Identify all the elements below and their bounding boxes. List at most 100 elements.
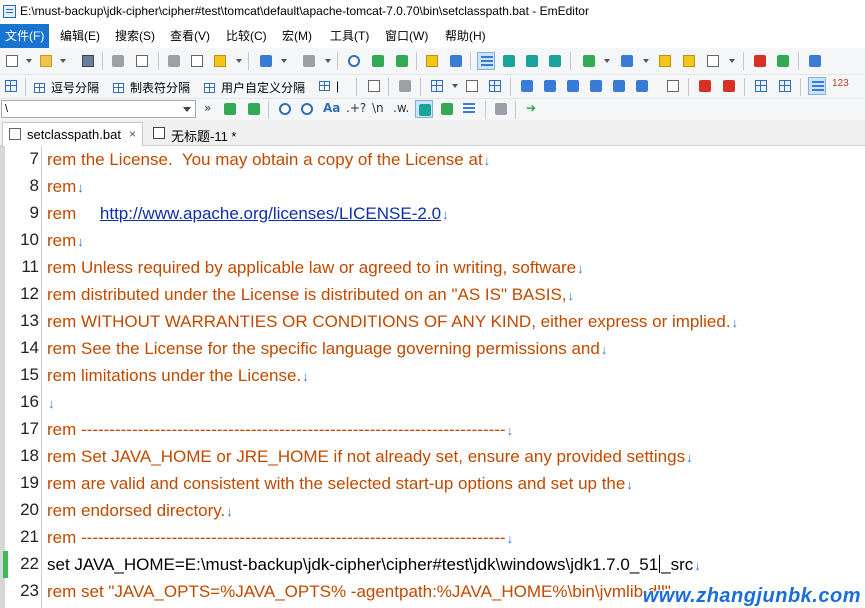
line-text[interactable]: rem Set JAVA_HOME or JRE_HOME if not alr… xyxy=(47,447,693,467)
open-dropdown-arrow[interactable] xyxy=(60,59,66,63)
new-file-button[interactable] xyxy=(3,52,21,70)
line-text[interactable]: rem http://www.apache.org/licenses/LICEN… xyxy=(47,204,449,224)
line-text[interactable]: rem distributed under the License is dis… xyxy=(47,285,574,305)
menu-macro[interactable]: 宏(M) xyxy=(277,24,317,48)
line-number-toggle[interactable]: 123 xyxy=(832,78,849,89)
marks-button[interactable] xyxy=(546,52,564,70)
sort-custom-button[interactable] xyxy=(610,77,628,95)
redo-button[interactable] xyxy=(300,52,318,70)
column-layout-dropdown-arrow[interactable] xyxy=(452,84,458,88)
line-text[interactable]: rem set "JAVA_OPTS=%JAVA_OPTS% -agentpat… xyxy=(47,582,678,602)
line-text[interactable]: rem↓ xyxy=(47,177,84,197)
menu-help[interactable]: 帮助(H) xyxy=(440,24,491,48)
customize-button[interactable] xyxy=(656,52,674,70)
no-column-button[interactable] xyxy=(396,77,414,95)
undo-button[interactable] xyxy=(257,52,275,70)
code-line[interactable]: 12 rem distributed under the License is d… xyxy=(0,281,865,308)
markers-button[interactable] xyxy=(720,77,738,95)
code-line[interactable]: 9 rem http://www.apache.org/licenses/LICE… xyxy=(0,200,865,227)
find-prev-button[interactable] xyxy=(393,52,411,70)
sort-numeric-button[interactable] xyxy=(564,77,582,95)
find-next-button[interactable] xyxy=(369,52,387,70)
comma-separated-button[interactable]: 逗号分隔 xyxy=(34,79,99,96)
sort-asc-button[interactable] xyxy=(518,77,536,95)
line-text[interactable]: rem↓ xyxy=(47,231,84,251)
paste-dropdown-arrow[interactable] xyxy=(236,59,242,63)
view-mode-button[interactable] xyxy=(477,52,495,70)
new-dropdown-arrow[interactable] xyxy=(26,59,32,63)
find-next-green-button[interactable] xyxy=(221,100,239,118)
code-line[interactable]: 13 rem WITHOUT WARRANTIES OR CONDITIONS O… xyxy=(0,308,865,335)
menu-window[interactable]: 窗口(W) xyxy=(380,24,433,48)
undo-dropdown-arrow[interactable] xyxy=(281,59,287,63)
find-all-button[interactable] xyxy=(298,100,316,118)
spell-check-button[interactable] xyxy=(696,77,714,95)
split-window-button[interactable] xyxy=(752,77,770,95)
tools-button[interactable] xyxy=(806,52,824,70)
menu-search[interactable]: 搜索(S) xyxy=(110,24,160,48)
insert-column-button[interactable] xyxy=(365,77,383,95)
delete-duplicates-button[interactable] xyxy=(664,77,682,95)
line-text[interactable]: rem Unless required by applicable law or… xyxy=(47,258,584,278)
highlight-button[interactable] xyxy=(276,100,294,118)
find-combo[interactable] xyxy=(1,100,196,118)
copy-button[interactable] xyxy=(188,52,206,70)
select-column-button[interactable] xyxy=(486,77,504,95)
menu-compare[interactable]: 比较(C) xyxy=(221,24,272,48)
sort-desc-button[interactable] xyxy=(541,77,559,95)
plugins-button[interactable] xyxy=(704,52,722,70)
menu-file[interactable]: 文件(F) xyxy=(0,24,50,48)
encoding-dropdown-arrow[interactable] xyxy=(604,59,610,63)
find-input[interactable] xyxy=(2,101,183,117)
print-button[interactable] xyxy=(109,52,127,70)
line-text[interactable]: ↓ xyxy=(47,393,55,413)
tab-setclasspath[interactable]: setclasspath.bat × xyxy=(2,122,143,146)
whole-word-button[interactable]: .w. xyxy=(393,101,409,115)
properties-button[interactable] xyxy=(680,52,698,70)
encoding-button[interactable] xyxy=(580,52,598,70)
incremental-search-button[interactable] xyxy=(438,100,456,118)
line-text[interactable]: rem See the License for the specific lan… xyxy=(47,339,607,359)
editor-area[interactable]: 7 rem the License. You may obtain a copy … xyxy=(0,146,865,608)
menu-tools[interactable]: 工具(T) xyxy=(325,24,374,48)
code-line[interactable]: 18 rem Set JAVA_HOME or JRE_HOME if not a… xyxy=(0,443,865,470)
find-in-files-button[interactable] xyxy=(423,52,441,70)
line-text[interactable]: rem endorsed directory.↓ xyxy=(47,501,233,521)
regex-button[interactable]: .+? xyxy=(346,101,366,115)
arrow-right-icon[interactable]: ➔ xyxy=(526,101,536,115)
pipe-separated-button[interactable]: | xyxy=(319,79,339,93)
sort-length-button[interactable] xyxy=(587,77,605,95)
code-line[interactable]: 22 set JAVA_HOME=E:\must-backup\jdk-ciphe… xyxy=(0,551,865,578)
line-text[interactable]: rem ------------------------------------… xyxy=(47,528,513,548)
code-line[interactable]: 19 rem are valid and consistent with the … xyxy=(0,470,865,497)
tab-untitled-11[interactable]: 无标题-11 * xyxy=(147,122,257,146)
code-line[interactable]: 16 ↓ xyxy=(0,389,865,416)
close-icon[interactable]: × xyxy=(129,127,136,141)
escape-sequence-button[interactable]: \n xyxy=(372,101,384,115)
config-dropdown-arrow[interactable] xyxy=(643,59,649,63)
code-line[interactable]: 15 rem limitations under the License.↓ xyxy=(0,362,865,389)
code-line[interactable]: 20 rem endorsed directory.↓ xyxy=(0,497,865,524)
line-text[interactable]: set JAVA_HOME=E:\must-backup\jdk-cipher\… xyxy=(47,555,701,575)
line-text[interactable]: rem the License. You may obtain a copy o… xyxy=(47,150,490,170)
menu-view[interactable]: 查看(V) xyxy=(165,24,215,48)
code-line[interactable]: 21 rem ----------------------------------… xyxy=(0,524,865,551)
print-preview-button[interactable] xyxy=(133,52,151,70)
save-button[interactable] xyxy=(79,52,97,70)
code-line[interactable]: 8 rem↓ xyxy=(0,173,865,200)
heading-button[interactable] xyxy=(463,77,481,95)
bookmark-button[interactable] xyxy=(500,52,518,70)
outline-button[interactable] xyxy=(808,77,826,95)
tab-separated-button[interactable]: 制表符分隔 xyxy=(113,79,190,96)
line-text[interactable]: rem limitations under the License.↓ xyxy=(47,366,309,386)
cut-button[interactable] xyxy=(165,52,183,70)
line-text[interactable]: rem ------------------------------------… xyxy=(47,420,513,440)
sort-more-button[interactable] xyxy=(633,77,651,95)
paste-button[interactable] xyxy=(211,52,229,70)
custom-separated-button[interactable]: 用户自定义分隔 xyxy=(204,79,305,96)
menu-edit[interactable]: 编辑(E) xyxy=(55,24,105,48)
code-line[interactable]: 11 rem Unless required by applicable law … xyxy=(0,254,865,281)
sync-scroll-button[interactable] xyxy=(776,77,794,95)
column-layout-button[interactable] xyxy=(428,77,446,95)
open-button[interactable] xyxy=(37,52,55,70)
